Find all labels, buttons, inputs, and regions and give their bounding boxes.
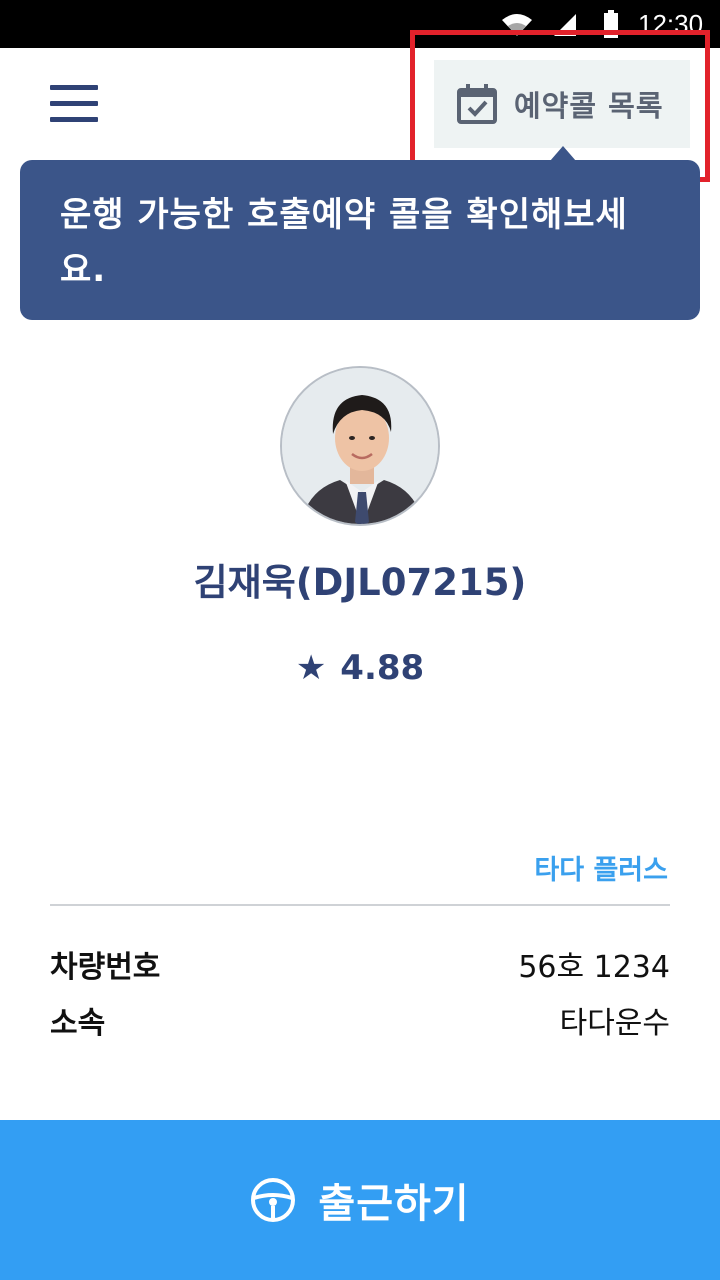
- driver-avatar: [280, 366, 440, 526]
- affiliation-label: 소속: [50, 1006, 106, 1041]
- service-type-label: 타다 플러스: [534, 855, 668, 886]
- avatar-portrait: [282, 368, 438, 524]
- status-bar: 12:30: [0, 0, 720, 48]
- affiliation-row: 소속 타다운수: [50, 998, 670, 1042]
- battery-icon: [604, 10, 618, 38]
- vehicle-number-label: 차량번호: [50, 950, 161, 985]
- reservation-tooltip: 운행 가능한 호출예약 콜을 확인해보세요.: [20, 160, 700, 320]
- rating-value: 4.88: [340, 648, 425, 688]
- driver-rating: ★ 4.88: [0, 648, 720, 688]
- reservation-list-label: 예약콜 목록: [514, 89, 664, 123]
- divider: [50, 904, 670, 906]
- affiliation-value: 타다운수: [559, 1006, 670, 1041]
- vehicle-number-row: 차량번호 56호 1234: [50, 942, 670, 986]
- reservation-list-button[interactable]: 예약콜 목록: [434, 60, 690, 148]
- wifi-icon: [502, 14, 532, 36]
- star-icon: ★: [295, 648, 327, 688]
- tooltip-text: 운행 가능한 호출예약 콜을 확인해보세요.: [60, 195, 628, 290]
- vehicle-number-value: 56호 1234: [518, 950, 670, 985]
- calendar-check-icon: [457, 84, 497, 124]
- steering-wheel-icon: [251, 1178, 296, 1222]
- driver-home-screen: 12:30 예약콜 목록 운행 가능한 호출예약 콜을 확인해보세요. 김재욱(…: [0, 0, 720, 1280]
- start-shift-button[interactable]: 출근하기: [0, 1120, 720, 1280]
- driver-name: 김재욱(DJL07215): [193, 561, 527, 604]
- menu-icon[interactable]: [48, 82, 100, 126]
- start-shift-label: 출근하기: [318, 1181, 470, 1227]
- signal-icon: [554, 14, 576, 36]
- status-time: 12:30: [638, 9, 704, 39]
- tooltip-arrow: [550, 146, 576, 161]
